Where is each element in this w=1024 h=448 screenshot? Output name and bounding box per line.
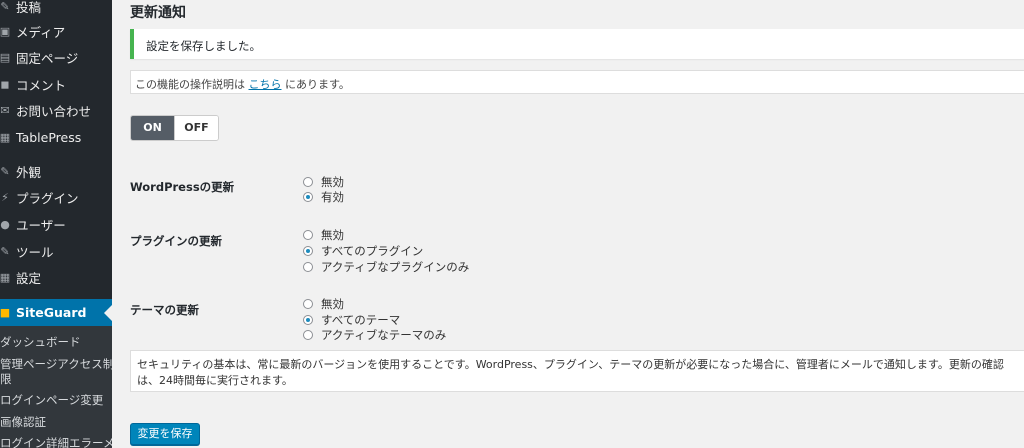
on-off-toggle[interactable]: ON OFF xyxy=(130,115,219,141)
submenu-captcha[interactable]: 画像認証 xyxy=(0,414,46,430)
siteguard-submenu: ダッシュボード 管理ページアクセス制 限 ログインページ変更 画像認証 ログイン… xyxy=(0,326,112,448)
help-box: この機能の操作説明は こちら にあります。 xyxy=(130,70,1024,94)
wp-update-option-enabled[interactable]: 有効 xyxy=(303,190,344,204)
wordpress-update-label: WordPressの更新 xyxy=(130,180,235,194)
table-icon: ▦ xyxy=(0,130,11,144)
radio-wp-disabled[interactable] xyxy=(303,177,313,187)
success-notice: 設定を保存しました。 xyxy=(130,29,1024,59)
help-suffix: にあります。 xyxy=(285,78,350,91)
sidebar-item-tablepress[interactable]: ▦ TablePress xyxy=(0,124,112,150)
toggle-off-button[interactable]: OFF xyxy=(174,116,218,140)
comment-icon: ◼ xyxy=(0,77,10,91)
user-icon: ● xyxy=(0,217,10,231)
settings-icon: ▦ xyxy=(0,270,11,284)
theme-update-option-active[interactable]: アクティブなテーマのみ xyxy=(303,328,446,342)
mail-icon: ✉ xyxy=(0,103,10,117)
brush-icon: ✎ xyxy=(0,164,10,178)
sidebar-item-siteguard[interactable]: ■ SiteGuard xyxy=(0,299,112,326)
siteguard-icon: ■ xyxy=(0,306,11,319)
plugin-update-option-disabled[interactable]: 無効 xyxy=(303,228,344,242)
plugin-update-option-all[interactable]: すべてのプラグイン xyxy=(303,244,423,258)
radio-plugin-disabled[interactable] xyxy=(303,230,313,240)
radio-wp-enabled[interactable] xyxy=(303,192,313,202)
notice-text: 設定を保存しました。 xyxy=(146,39,261,53)
submenu-dashboard[interactable]: ダッシュボード xyxy=(0,334,81,350)
help-prefix: この機能の操作説明は xyxy=(135,78,245,91)
active-menu-arrow xyxy=(104,305,112,321)
plugin-update-label: プラグインの更新 xyxy=(130,234,222,248)
radio-theme-active[interactable] xyxy=(303,330,313,340)
radio-plugin-active[interactable] xyxy=(303,262,313,272)
wp-update-option-disabled[interactable]: 無効 xyxy=(303,175,344,189)
page-title: 更新通知 xyxy=(130,5,186,21)
main-content: 更新通知 設定を保存しました。 この機能の操作説明は こちら にあります。 ON… xyxy=(112,0,1024,448)
submenu-admin-access[interactable]: 管理ページアクセス制 xyxy=(0,356,112,372)
sidebar-item-media[interactable]: ▣ メディア xyxy=(0,18,112,44)
submenu-login-page[interactable]: ログインページ変更 xyxy=(0,392,103,408)
sidebar-item-plugins[interactable]: ⚡ プラグイン xyxy=(0,184,112,210)
save-changes-button[interactable]: 変更を保存 xyxy=(130,423,200,445)
sidebar-item-users[interactable]: ● ユーザー xyxy=(0,211,112,237)
submenu-login-error[interactable]: ログイン詳細エラーメ xyxy=(0,435,112,448)
submenu-admin-access-cont[interactable]: 限 xyxy=(0,371,12,387)
sidebar-item-contact[interactable]: ✉ お問い合わせ xyxy=(0,97,112,123)
media-icon: ▣ xyxy=(0,24,11,38)
plugin-update-option-active[interactable]: アクティブなプラグインのみ xyxy=(303,260,469,274)
description-box: セキュリティの基本は、常に最新のバージョンを使用することです。WordPress… xyxy=(130,350,1024,392)
theme-update-label: テーマの更新 xyxy=(130,303,199,317)
sidebar-item-posts[interactable]: ✎ 投稿 xyxy=(0,0,112,19)
radio-theme-all[interactable] xyxy=(303,315,313,325)
theme-update-option-all[interactable]: すべてのテーマ xyxy=(303,313,400,327)
sidebar-item-tools[interactable]: ✎ ツール xyxy=(0,238,112,264)
theme-update-option-disabled[interactable]: 無効 xyxy=(303,297,344,311)
pin-icon: ✎ xyxy=(0,0,10,13)
page-icon: ▤ xyxy=(0,50,11,64)
admin-sidebar: ✎ 投稿 ▣ メディア ▤ 固定ページ ◼ コメント ✉ お問い合わせ ▦ TablePre… xyxy=(0,0,112,448)
sidebar-item-comments[interactable]: ◼ コメント xyxy=(0,71,112,97)
toggle-on-button[interactable]: ON xyxy=(131,116,174,140)
sidebar-item-pages[interactable]: ▤ 固定ページ xyxy=(0,44,112,70)
wrench-icon: ✎ xyxy=(0,244,10,258)
help-link[interactable]: こちら xyxy=(249,78,282,91)
sidebar-item-settings[interactable]: ▦ 設定 xyxy=(0,264,112,290)
radio-plugin-all[interactable] xyxy=(303,246,313,256)
sidebar-item-appearance[interactable]: ✎ 外観 xyxy=(0,158,112,184)
plugin-icon: ⚡ xyxy=(1,190,9,204)
radio-theme-disabled[interactable] xyxy=(303,299,313,309)
